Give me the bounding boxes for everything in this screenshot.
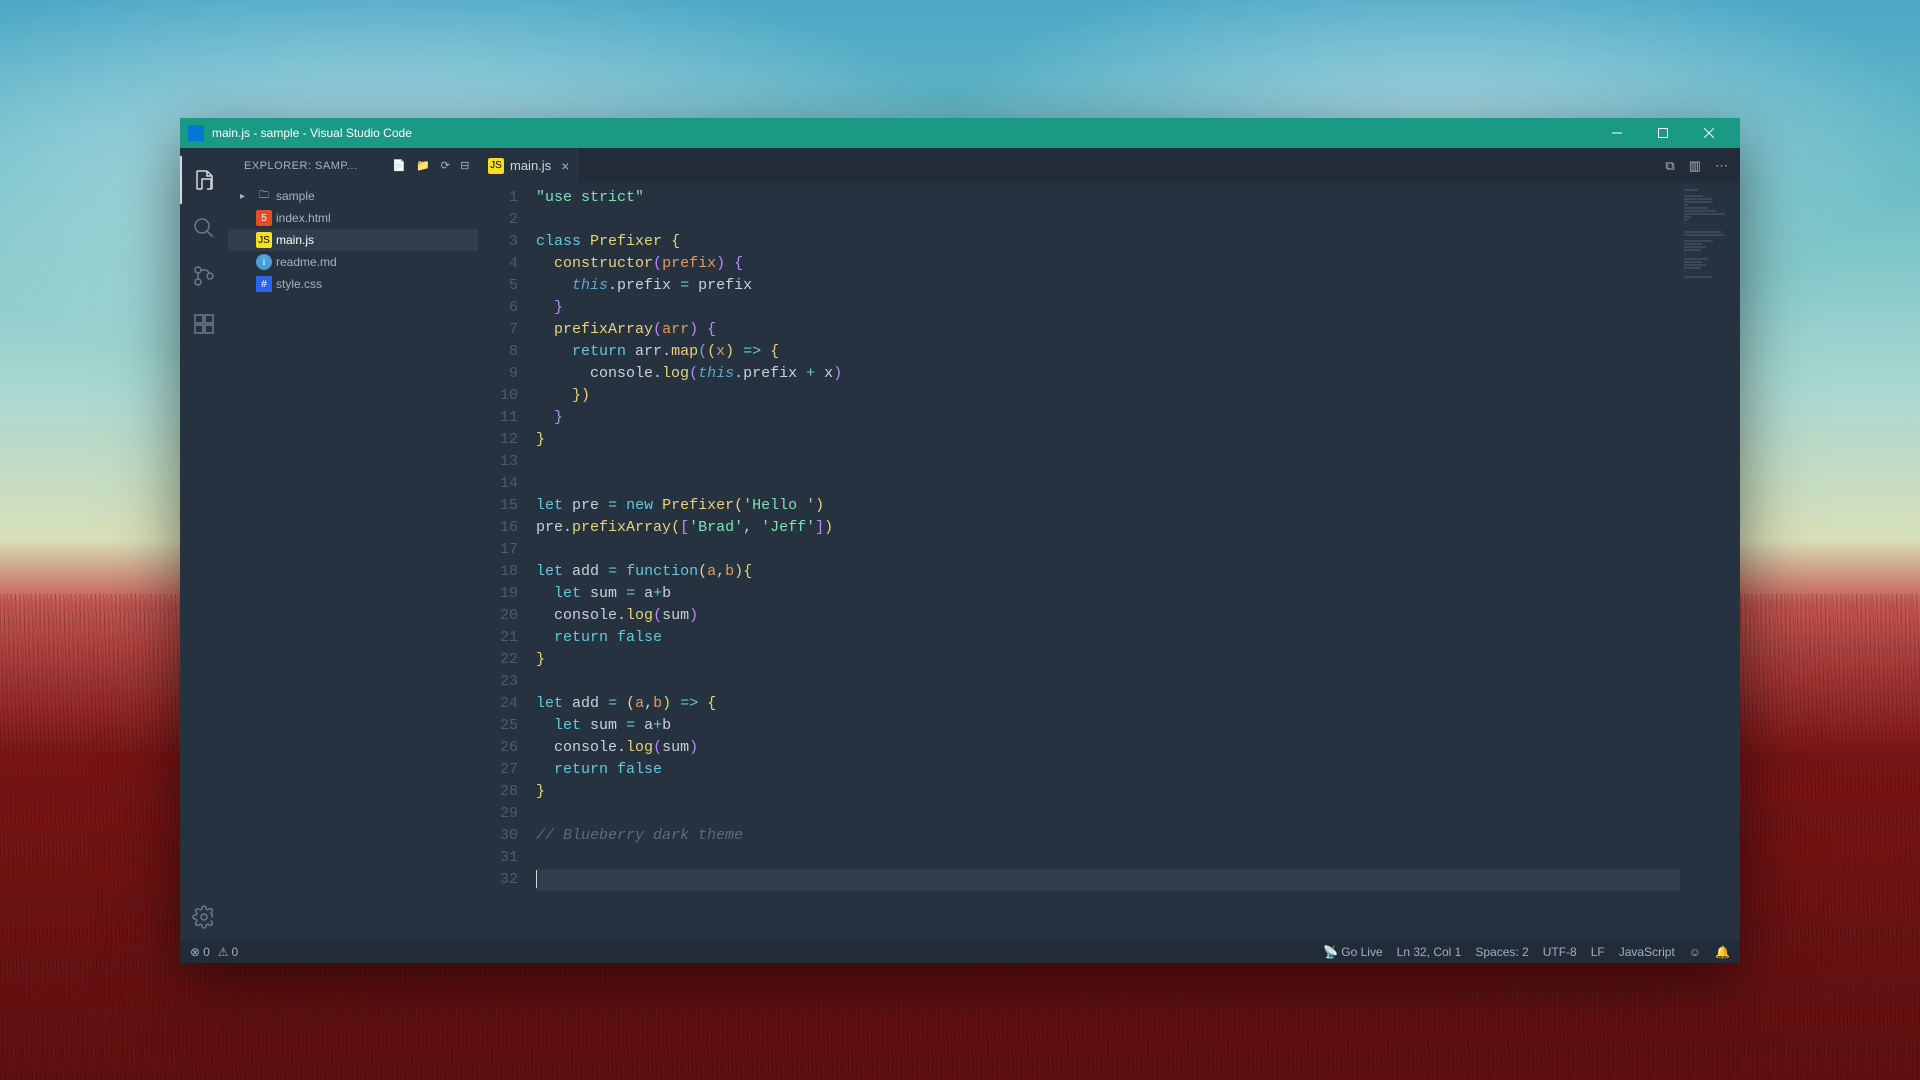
broadcast-icon: 📡 bbox=[1323, 945, 1338, 959]
tab-main-js[interactable]: JS main.js × bbox=[478, 148, 580, 183]
tree-file-md[interactable]: i readme.md bbox=[228, 251, 478, 273]
extensions-icon[interactable] bbox=[180, 300, 228, 348]
tree-folder-root[interactable]: ▸ 🗀 sample bbox=[228, 185, 478, 207]
warning-icon: ⚠ bbox=[218, 945, 229, 959]
editor-area: JS main.js × ⧉ ▥ ⋯ 123456789101112131415… bbox=[478, 148, 1740, 941]
code-editor[interactable]: 1234567891011121314151617181920212223242… bbox=[478, 183, 1740, 941]
file-label: readme.md bbox=[276, 255, 337, 269]
new-file-icon[interactable]: 📄 bbox=[392, 159, 406, 172]
minimap[interactable] bbox=[1680, 183, 1740, 941]
feedback-icon[interactable]: ☺ bbox=[1689, 945, 1701, 959]
warnings-count[interactable]: ⚠ 0 bbox=[218, 945, 238, 959]
eol[interactable]: LF bbox=[1591, 945, 1605, 959]
tab-close-icon[interactable]: × bbox=[561, 158, 569, 174]
status-bar: ⊗ 0 ⚠ 0 📡 Go Live Ln 32, Col 1 Spaces: 2… bbox=[180, 941, 1740, 963]
encoding[interactable]: UTF-8 bbox=[1543, 945, 1577, 959]
code-content[interactable]: "use strict"class Prefixer { constructor… bbox=[536, 183, 1680, 941]
go-live-button[interactable]: 📡 Go Live bbox=[1323, 945, 1382, 959]
maximize-button[interactable] bbox=[1640, 118, 1686, 148]
collapse-icon[interactable]: ⊟ bbox=[460, 159, 470, 172]
explorer-header: EXPLORER: SAMP... 📄 📁 ⟳ ⊟ bbox=[228, 148, 478, 183]
explorer-sidebar: EXPLORER: SAMP... 📄 📁 ⟳ ⊟ ▸ 🗀 sample 5 i… bbox=[228, 148, 478, 941]
tree-file-html[interactable]: 5 index.html bbox=[228, 207, 478, 229]
indentation[interactable]: Spaces: 2 bbox=[1475, 945, 1528, 959]
refresh-icon[interactable]: ⟳ bbox=[441, 159, 451, 172]
titlebar[interactable]: main.js - sample - Visual Studio Code bbox=[180, 118, 1740, 148]
explorer-title: EXPLORER: SAMP... bbox=[244, 160, 392, 172]
explorer-icon[interactable] bbox=[180, 156, 228, 204]
file-label: style.css bbox=[276, 277, 322, 291]
minimize-button[interactable] bbox=[1594, 118, 1640, 148]
cursor-position[interactable]: Ln 32, Col 1 bbox=[1397, 945, 1462, 959]
editor-tabs: JS main.js × ⧉ ▥ ⋯ bbox=[478, 148, 1740, 183]
split-editor-icon[interactable]: ⧉ bbox=[1665, 158, 1674, 174]
folder-label: sample bbox=[276, 189, 315, 203]
source-control-icon[interactable] bbox=[180, 252, 228, 300]
tree-file-js[interactable]: JS main.js bbox=[228, 229, 478, 251]
settings-gear-icon[interactable] bbox=[180, 893, 228, 941]
js-file-icon: JS bbox=[488, 158, 504, 174]
js-file-icon: JS bbox=[256, 232, 272, 248]
tree-file-css[interactable]: # style.css bbox=[228, 273, 478, 295]
css-file-icon: # bbox=[256, 276, 272, 292]
language-mode[interactable]: JavaScript bbox=[1619, 945, 1675, 959]
errors-count[interactable]: ⊗ 0 bbox=[190, 945, 210, 959]
notifications-icon[interactable]: 🔔 bbox=[1715, 945, 1730, 959]
toggle-layout-icon[interactable]: ▥ bbox=[1689, 158, 1701, 174]
window-title: main.js - sample - Visual Studio Code bbox=[212, 126, 1594, 140]
line-gutter: 1234567891011121314151617181920212223242… bbox=[478, 183, 536, 941]
vscode-window: main.js - sample - Visual Studio Code bbox=[180, 118, 1740, 963]
close-button[interactable] bbox=[1686, 118, 1732, 148]
activity-bar bbox=[180, 148, 228, 941]
chevron-right-icon: ▸ bbox=[240, 191, 252, 202]
file-label: main.js bbox=[276, 233, 314, 247]
vscode-icon bbox=[188, 125, 204, 141]
tab-label: main.js bbox=[510, 158, 551, 173]
folder-icon: 🗀 bbox=[256, 188, 272, 204]
new-folder-icon[interactable]: 📁 bbox=[416, 159, 430, 172]
search-icon[interactable] bbox=[180, 204, 228, 252]
file-label: index.html bbox=[276, 211, 331, 225]
error-icon: ⊗ bbox=[190, 945, 200, 959]
file-tree: ▸ 🗀 sample 5 index.html JS main.js i rea… bbox=[228, 183, 478, 297]
html-file-icon: 5 bbox=[256, 210, 272, 226]
md-file-icon: i bbox=[256, 254, 272, 270]
more-actions-icon[interactable]: ⋯ bbox=[1715, 158, 1728, 174]
